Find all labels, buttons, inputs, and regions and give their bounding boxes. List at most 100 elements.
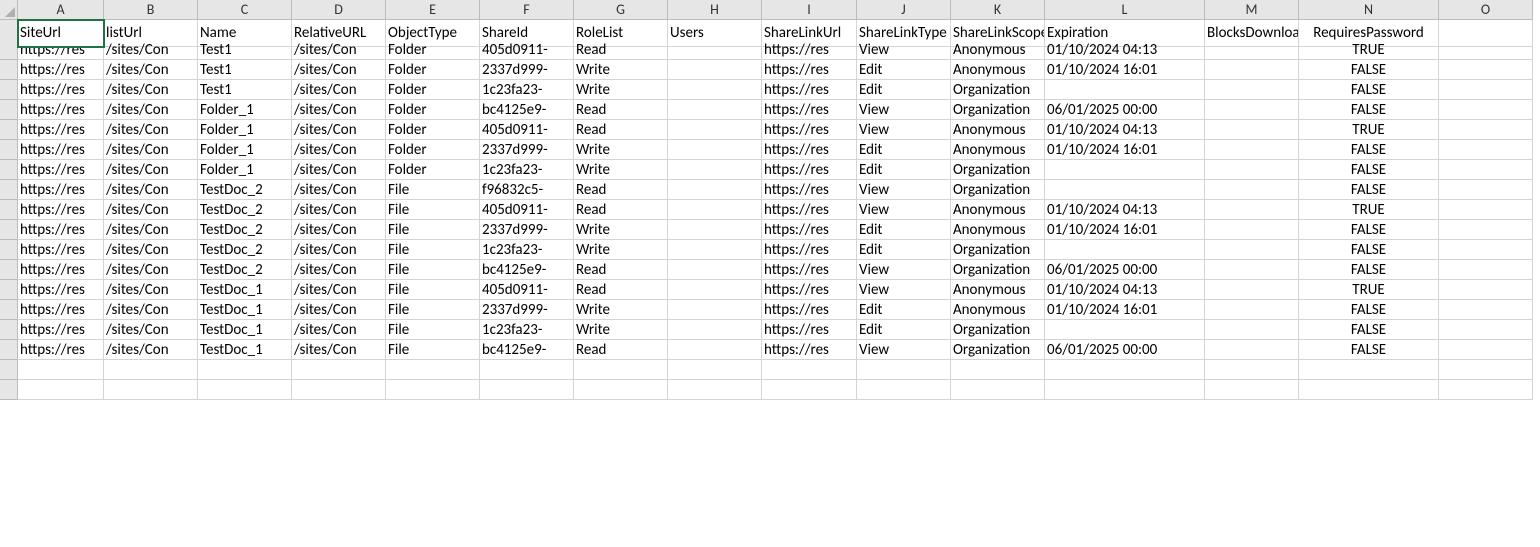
cell-A17[interactable]: https://res [18, 340, 104, 360]
cell-F9[interactable]: f96832c5- [480, 180, 574, 200]
cell-G15[interactable]: Write [574, 300, 668, 320]
cell-J10[interactable]: View [857, 200, 951, 220]
cell-O3[interactable] [1439, 60, 1533, 80]
cell-O6[interactable] [1439, 120, 1533, 140]
col-header-K[interactable]: K [951, 0, 1045, 20]
cell-M17[interactable] [1205, 340, 1299, 360]
cell-G13[interactable]: Read [574, 260, 668, 280]
cell-C11[interactable]: TestDoc_2 [198, 220, 292, 240]
cell-D13[interactable]: /sites/Con [292, 260, 386, 280]
cell-F10[interactable]: 405d0911- [480, 200, 574, 220]
cell-N6[interactable]: TRUE [1299, 120, 1439, 140]
cell-A10[interactable]: https://res [18, 200, 104, 220]
cell-N19[interactable] [1299, 380, 1439, 400]
cell-I11[interactable]: https://res [762, 220, 857, 240]
cell-D17[interactable]: /sites/Con [292, 340, 386, 360]
cell-H9[interactable] [668, 180, 762, 200]
cell-N11[interactable]: FALSE [1299, 220, 1439, 240]
cell-F17[interactable]: bc4125e9- [480, 340, 574, 360]
cell-B13[interactable]: /sites/Con [104, 260, 198, 280]
cell-L14[interactable]: 01/10/2024 04:13 [1045, 280, 1205, 300]
cell-M2[interactable] [1205, 40, 1299, 60]
cell-M18[interactable] [1205, 360, 1299, 380]
cell-J6[interactable]: View [857, 120, 951, 140]
cell-L12[interactable] [1045, 240, 1205, 260]
cell-E13[interactable]: File [386, 260, 480, 280]
cell-K18[interactable] [951, 360, 1045, 380]
cell-D6[interactable]: /sites/Con [292, 120, 386, 140]
cell-B16[interactable]: /sites/Con [104, 320, 198, 340]
cell-M14[interactable] [1205, 280, 1299, 300]
cell-C16[interactable]: TestDoc_1 [198, 320, 292, 340]
cell-J18[interactable] [857, 360, 951, 380]
cell-M4[interactable] [1205, 80, 1299, 100]
cell-D5[interactable]: /sites/Con [292, 100, 386, 120]
col-header-F[interactable]: F [480, 0, 574, 20]
cell-H13[interactable] [668, 260, 762, 280]
cell-D8[interactable]: /sites/Con [292, 160, 386, 180]
col-header-H[interactable]: H [668, 0, 762, 20]
cell-A16[interactable]: https://res [18, 320, 104, 340]
cell-L11[interactable]: 01/10/2024 16:01 [1045, 220, 1205, 240]
cell-H16[interactable] [668, 320, 762, 340]
cell-D7[interactable]: /sites/Con [292, 140, 386, 160]
cell-J3[interactable]: Edit [857, 60, 951, 80]
row-header[interactable] [0, 120, 18, 140]
cell-K16[interactable]: Organization [951, 320, 1045, 340]
cell-H2[interactable] [668, 40, 762, 60]
cell-B17[interactable]: /sites/Con [104, 340, 198, 360]
cell-I8[interactable]: https://res [762, 160, 857, 180]
cell-F16[interactable]: 1c23fa23- [480, 320, 574, 340]
cell-E19[interactable] [386, 380, 480, 400]
cell-I7[interactable]: https://res [762, 140, 857, 160]
col-header-I[interactable]: I [762, 0, 857, 20]
cell-L15[interactable]: 01/10/2024 16:01 [1045, 300, 1205, 320]
cell-E7[interactable]: Folder [386, 140, 480, 160]
cell-I19[interactable] [762, 380, 857, 400]
cell-M5[interactable] [1205, 100, 1299, 120]
cell-C19[interactable] [198, 380, 292, 400]
row-header[interactable] [0, 140, 18, 160]
cell-F7[interactable]: 2337d999- [480, 140, 574, 160]
row-header[interactable] [0, 380, 18, 400]
cell-E10[interactable]: File [386, 200, 480, 220]
cell-D12[interactable]: /sites/Con [292, 240, 386, 260]
cell-L7[interactable]: 01/10/2024 16:01 [1045, 140, 1205, 160]
cell-A7[interactable]: https://res [18, 140, 104, 160]
cell-J15[interactable]: Edit [857, 300, 951, 320]
cell-J13[interactable]: View [857, 260, 951, 280]
cell-O12[interactable] [1439, 240, 1533, 260]
cell-M13[interactable] [1205, 260, 1299, 280]
cell-H4[interactable] [668, 80, 762, 100]
cell-L18[interactable] [1045, 360, 1205, 380]
cell-A8[interactable]: https://res [18, 160, 104, 180]
cell-N4[interactable]: FALSE [1299, 80, 1439, 100]
cell-G9[interactable]: Read [574, 180, 668, 200]
cell-K8[interactable]: Organization [951, 160, 1045, 180]
cell-A3[interactable]: https://res [18, 60, 104, 80]
col-header-C[interactable]: C [198, 0, 292, 20]
cell-K10[interactable]: Anonymous [951, 200, 1045, 220]
cell-G2[interactable]: Read [574, 40, 668, 60]
cell-M19[interactable] [1205, 380, 1299, 400]
cell-A15[interactable]: https://res [18, 300, 104, 320]
cell-N13[interactable]: FALSE [1299, 260, 1439, 280]
cell-B18[interactable] [104, 360, 198, 380]
cell-H10[interactable] [668, 200, 762, 220]
cell-B12[interactable]: /sites/Con [104, 240, 198, 260]
cell-K12[interactable]: Organization [951, 240, 1045, 260]
cell-J16[interactable]: Edit [857, 320, 951, 340]
cell-E18[interactable] [386, 360, 480, 380]
cell-A19[interactable] [18, 380, 104, 400]
cell-C14[interactable]: TestDoc_1 [198, 280, 292, 300]
cell-N14[interactable]: TRUE [1299, 280, 1439, 300]
cell-I18[interactable] [762, 360, 857, 380]
cell-I15[interactable]: https://res [762, 300, 857, 320]
col-header-A[interactable]: A [18, 0, 104, 20]
cell-M12[interactable] [1205, 240, 1299, 260]
cell-I2[interactable]: https://res [762, 40, 857, 60]
row-header[interactable] [0, 240, 18, 260]
cell-H7[interactable] [668, 140, 762, 160]
cell-I14[interactable]: https://res [762, 280, 857, 300]
cell-F5[interactable]: bc4125e9- [480, 100, 574, 120]
